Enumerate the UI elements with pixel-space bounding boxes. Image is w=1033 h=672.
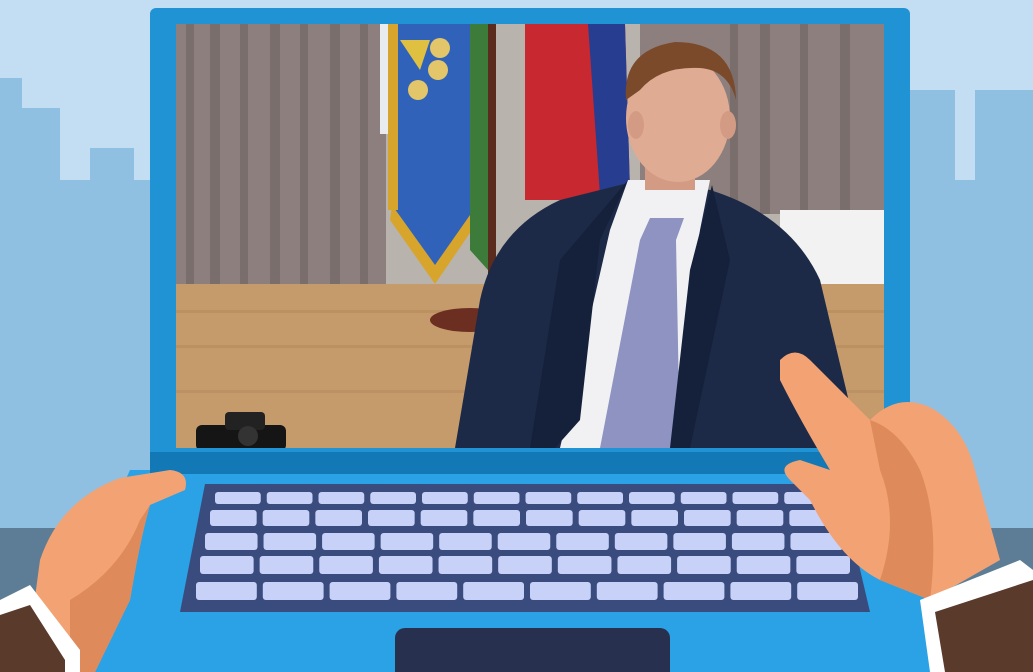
keyboard-key <box>556 533 609 550</box>
keyboard-key <box>730 582 792 600</box>
keyboard-key <box>378 556 433 574</box>
keyboard-key <box>463 582 524 600</box>
keyboard-key <box>663 582 725 600</box>
keyboard-key <box>266 492 313 504</box>
keyboard-key <box>210 510 257 526</box>
keyboard-key <box>368 510 415 526</box>
keyboard-key <box>420 510 468 526</box>
keyboard-key <box>614 533 668 550</box>
keyboard-key <box>422 492 468 504</box>
keyboard-key <box>200 556 254 574</box>
keyboard-key <box>263 533 317 550</box>
keyboard-key <box>205 533 258 550</box>
keyboard-key <box>731 533 785 550</box>
keyboard-key <box>732 492 779 504</box>
keyboard-key <box>329 582 391 600</box>
keyboard-key <box>557 556 612 574</box>
keyboard-key <box>530 582 591 600</box>
touchpad <box>395 628 670 672</box>
keyboard-key <box>262 582 324 600</box>
keyboard-key <box>259 556 314 574</box>
keyboard-key <box>736 510 784 526</box>
keyboard-key <box>315 510 362 526</box>
illustration-scene <box>0 0 1033 672</box>
keyboard-key <box>396 582 458 600</box>
keyboard-key <box>577 492 623 504</box>
keyboard-key <box>319 556 373 574</box>
keyboard-key <box>680 492 727 504</box>
keyboard <box>180 484 870 612</box>
keyboard-key <box>578 510 626 526</box>
keyboard-key <box>322 533 375 550</box>
keyboard-key <box>526 510 573 526</box>
keyboard-key <box>596 582 658 600</box>
scene-svg <box>0 0 1033 672</box>
keyboard-key <box>677 556 731 574</box>
keyboard-key <box>629 492 675 504</box>
keyboard-key <box>473 492 520 504</box>
keyboard-key <box>196 582 257 600</box>
keyboard-key <box>498 556 552 574</box>
keyboard-key <box>215 492 261 504</box>
keyboard-key <box>473 510 520 526</box>
keyboard-key <box>525 492 572 504</box>
keyboard-key <box>673 533 726 550</box>
keyboard-key <box>438 556 493 574</box>
screen-photo <box>176 24 884 448</box>
keyboard-key <box>497 533 551 550</box>
keyboard-key <box>631 510 678 526</box>
keyboard-key <box>617 556 672 574</box>
keyboard-key <box>439 533 492 550</box>
keyboard-key <box>318 492 365 504</box>
keyboard-key <box>736 556 791 574</box>
keyboard-key <box>262 510 310 526</box>
keyboard-key <box>684 510 731 526</box>
keyboard-key <box>796 556 850 574</box>
keyboard-key <box>380 533 434 550</box>
keyboard-key <box>797 582 858 600</box>
keyboard-key <box>370 492 416 504</box>
